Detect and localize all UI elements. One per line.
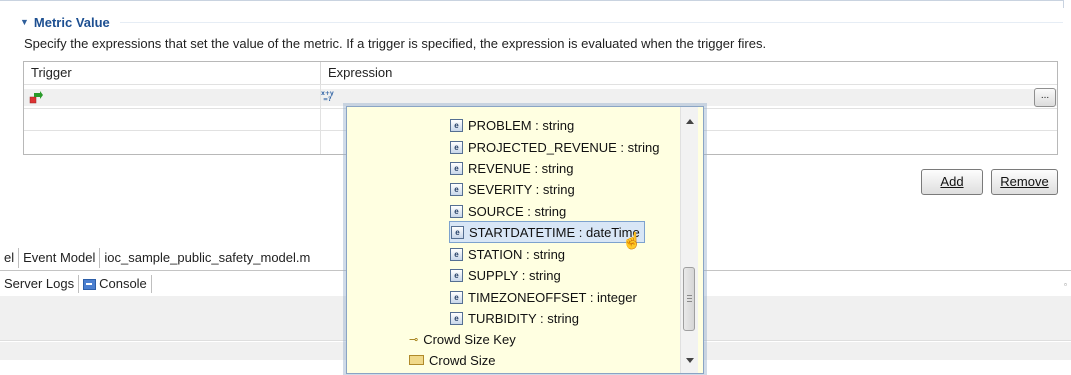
section-title: Metric Value <box>33 14 110 30</box>
list-item[interactable]: e SUPPLY : string <box>450 265 561 285</box>
popup-scrollbar[interactable] <box>680 107 698 373</box>
section-divider <box>120 22 1063 23</box>
list-item[interactable]: e TURBIDITY : string <box>450 308 579 328</box>
table-row[interactable] <box>24 89 1057 106</box>
list-item-label: SOURCE : string <box>468 203 567 219</box>
element-icon: e <box>450 290 463 304</box>
edit-expression-button[interactable]: ... <box>1034 88 1056 107</box>
list-item-label: SUPPLY : string <box>468 267 561 283</box>
element-icon: e <box>450 268 463 282</box>
list-item-label: SEVERITY : string <box>468 181 575 197</box>
remove-button[interactable]: Remove <box>991 169 1058 195</box>
tab-partial[interactable]: el <box>0 248 20 268</box>
list-item[interactable]: e SEVERITY : string <box>450 179 575 199</box>
tab-ioc-sample-model[interactable]: ioc_sample_public_safety_model.m <box>100 248 314 268</box>
element-icon: e <box>450 311 463 325</box>
scroll-down-arrow-icon[interactable] <box>686 358 694 363</box>
list-item-label: STARTDATETIME : dateTime <box>469 224 640 240</box>
list-item[interactable]: e STATION : string <box>450 244 565 264</box>
key-icon: ⊸ <box>409 333 419 346</box>
grip-line <box>687 295 692 296</box>
trigger-icon[interactable] <box>29 91 43 105</box>
tab-console-label: Console <box>99 276 147 291</box>
element-icon: e <box>450 182 463 196</box>
list-item[interactable]: ⊸ Crowd Size Key <box>409 329 516 349</box>
column-header-trigger[interactable]: Trigger <box>24 62 321 84</box>
console-icon <box>83 278 97 290</box>
remove-button-label: Remove <box>1000 174 1049 189</box>
list-item-label: PROJECTED_REVENUE : string <box>468 139 660 155</box>
list-item-label: TIMEZONEOFFSET : integer <box>468 289 637 305</box>
scroll-up-arrow-icon[interactable] <box>686 119 694 124</box>
column-header-expression[interactable]: Expression <box>321 62 1028 84</box>
list-item-label: Crowd Size Key <box>423 331 516 347</box>
editor-tab-bar: el Event Model ioc_sample_public_safety_… <box>0 247 314 269</box>
grip-line <box>687 298 692 299</box>
list-item-label: TURBIDITY : string <box>468 310 580 326</box>
expression-icon[interactable]: x+y =? <box>321 89 335 103</box>
list-item-label: PROBLEM : string <box>468 117 575 133</box>
list-item-label: STATION : string <box>468 246 566 262</box>
tab-server-logs[interactable]: Server Logs <box>0 275 80 293</box>
list-item-label: Crowd Size <box>429 352 496 368</box>
element-icon: e <box>450 140 463 154</box>
scrollbar-thumb[interactable] <box>683 267 695 331</box>
ruler-icon <box>409 355 424 365</box>
add-button-label: Add <box>940 174 964 189</box>
list-item-label: REVENUE : string <box>468 160 574 176</box>
list-item[interactable]: e SOURCE : string <box>450 201 566 221</box>
tab-console[interactable]: Console <box>79 275 152 293</box>
hand-cursor-icon: ☝ <box>622 233 642 250</box>
metric-value-section-header[interactable]: ▼ Metric Value <box>20 13 110 31</box>
element-icon: e <box>450 118 463 132</box>
add-button[interactable]: Add <box>921 169 983 195</box>
top-border <box>0 0 1064 8</box>
list-item[interactable]: e PROJECTED_REVENUE : string <box>450 137 659 157</box>
grip-line <box>687 301 692 302</box>
bottom-panel-tabs: Server Logs Console <box>0 274 152 294</box>
element-icon: e <box>451 225 464 239</box>
list-item[interactable]: e REVENUE : string <box>450 158 573 178</box>
list-item-selected[interactable]: e STARTDATETIME : dateTime <box>449 221 645 243</box>
element-icon: e <box>450 204 463 218</box>
list-item[interactable]: e PROBLEM : string <box>450 115 574 135</box>
minimize-icon[interactable]: ▫ <box>1064 280 1067 289</box>
element-icon: e <box>450 161 463 175</box>
content-assist-popup[interactable]: e PROBLEM : string e PROJECTED_REVENUE : s… <box>346 106 704 374</box>
element-icon: e <box>450 247 463 261</box>
section-description: Specify the expressions that set the val… <box>24 36 767 51</box>
header-divider <box>24 84 1057 85</box>
list-item[interactable]: e TIMEZONEOFFSET : integer <box>450 287 637 307</box>
tab-server-logs-label: Server Logs <box>4 276 75 291</box>
list-item[interactable]: Crowd Size <box>409 350 495 370</box>
tab-event-model[interactable]: Event Model <box>19 248 101 268</box>
collapse-triangle-icon[interactable]: ▼ <box>20 17 29 27</box>
svg-text:=?: =? <box>323 96 332 101</box>
